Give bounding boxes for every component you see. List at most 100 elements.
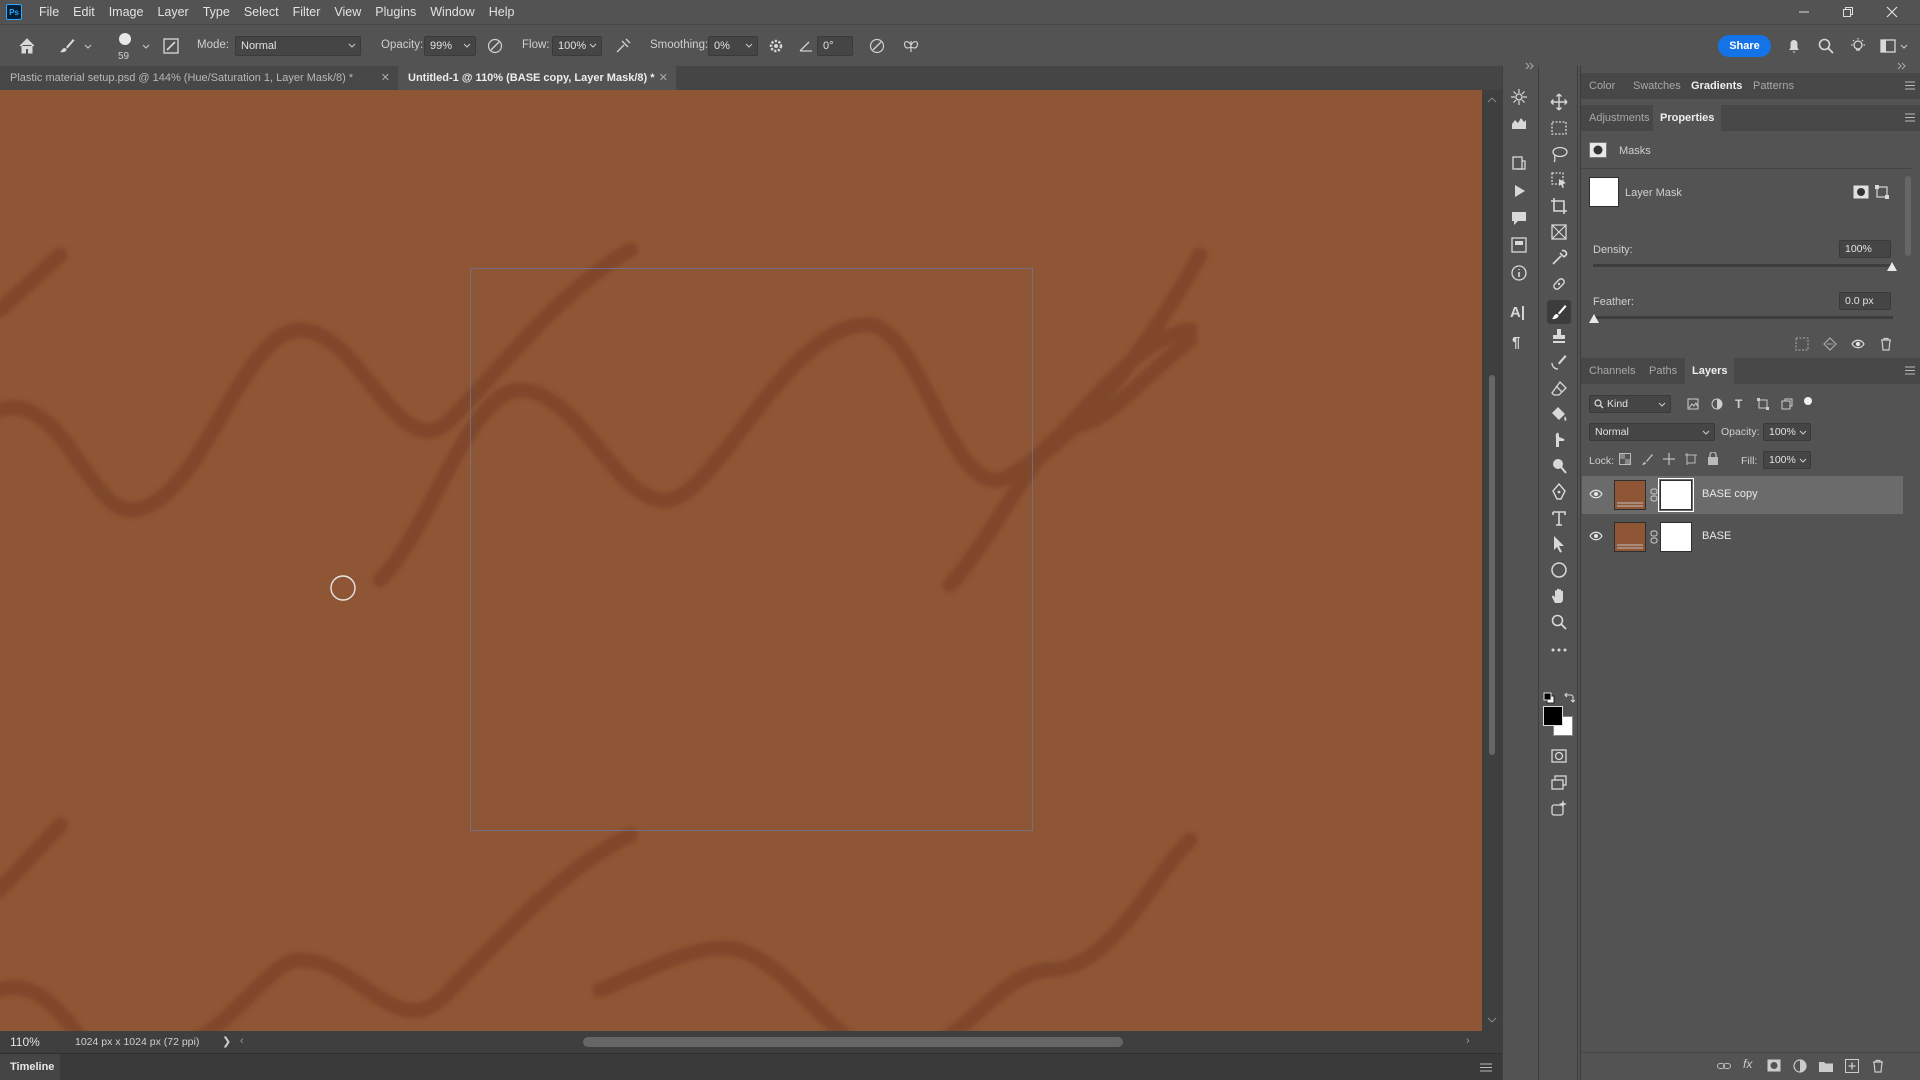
lock-artboard-icon[interactable] <box>1685 453 1697 465</box>
tab-plastic-material-setup[interactable]: Plastic material setup.psd @ 144% (Hue/S… <box>0 66 398 90</box>
tab-layers[interactable]: Layers <box>1685 358 1735 384</box>
tool-preset-chevron-icon[interactable] <box>84 37 92 55</box>
brush-tool-active-icon[interactable] <box>1547 300 1571 324</box>
search-icon[interactable] <box>1817 37 1835 55</box>
screen-mode-icon[interactable] <box>1549 772 1569 792</box>
tab-close-icon[interactable]: ✕ <box>659 66 668 90</box>
fill-input[interactable]: 100% <box>1763 451 1811 469</box>
generative-fill-icon[interactable] <box>1549 798 1569 818</box>
default-colors-icon[interactable] <box>1543 692 1555 704</box>
info-icon[interactable] <box>1510 264 1528 282</box>
layer-effects-fx-icon[interactable]: fx <box>1743 1057 1752 1071</box>
ellipse-tool-icon[interactable] <box>1549 560 1569 580</box>
hscroll-right-icon[interactable]: › <box>1466 1035 1470 1047</box>
link-layers-icon[interactable] <box>1717 1060 1731 1072</box>
properties-scrollbar-thumb[interactable] <box>1905 176 1911 256</box>
layer-mask-thumbnail[interactable] <box>1589 177 1619 207</box>
layer-row-base-copy[interactable]: BASE copy <box>1582 476 1903 514</box>
brush-tool-icon[interactable] <box>58 37 76 55</box>
tab-adjustments[interactable]: Adjustments <box>1589 105 1650 131</box>
select-pixel-mask-icon[interactable] <box>1853 185 1869 199</box>
lock-image-pixels-icon[interactable] <box>1641 453 1653 465</box>
mode-select[interactable]: Normal <box>235 36 361 56</box>
home-icon[interactable] <box>18 37 36 55</box>
path-selection-tool-icon[interactable] <box>1549 534 1569 554</box>
crop-tool-icon[interactable] <box>1549 196 1569 216</box>
pressure-size-icon[interactable] <box>868 37 886 55</box>
opacity-input[interactable]: 99% <box>424 36 476 56</box>
filter-shape-layers-icon[interactable] <box>1757 398 1769 410</box>
brush-settings-panel-icon[interactable] <box>162 37 180 55</box>
layer-mask-link-chain-icon[interactable] <box>1650 530 1658 544</box>
brush-chevron-icon[interactable] <box>142 37 150 55</box>
menu-help[interactable]: Help <box>482 0 522 24</box>
delete-mask-trash-icon[interactable] <box>1879 337 1893 351</box>
smudge-tool-icon[interactable] <box>1549 430 1569 450</box>
timeline-menu-icon[interactable] <box>1480 1063 1492 1072</box>
tab-color[interactable]: Color <box>1589 73 1615 99</box>
menu-plugins[interactable]: Plugins <box>368 0 423 24</box>
brush-angle-input[interactable]: 0° <box>817 36 853 56</box>
timeline-tab[interactable]: Timeline <box>0 1054 60 1080</box>
rectangular-marquee-tool-icon[interactable] <box>1549 118 1569 138</box>
properties-panel-icon[interactable] <box>1510 236 1528 254</box>
menu-layer[interactable]: Layer <box>150 0 195 24</box>
type-tool-icon[interactable] <box>1549 508 1569 528</box>
notifications-bell-icon[interactable] <box>1785 37 1803 55</box>
tab-untitled-1[interactable]: Untitled-1 @ 110% (BASE copy, Layer Mask… <box>398 66 676 90</box>
density-slider-handle[interactable] <box>1887 262 1897 271</box>
eyedropper-tool-icon[interactable] <box>1549 248 1569 268</box>
dodge-tool-icon[interactable] <box>1549 456 1569 476</box>
airbrush-icon[interactable] <box>614 37 632 55</box>
history-brush-tool-icon[interactable] <box>1549 352 1569 372</box>
workspace-chevron-icon[interactable] <box>1900 37 1908 55</box>
smoothing-settings-gear-icon[interactable] <box>767 37 785 55</box>
vertical-scrollbar[interactable] <box>1482 90 1502 1031</box>
status-expand-chevron-icon[interactable]: ❯ <box>222 1035 231 1048</box>
filter-adjustment-layers-icon[interactable] <box>1711 398 1723 410</box>
layer-mask-thumbnail[interactable] <box>1658 478 1694 512</box>
new-group-folder-icon[interactable] <box>1819 1060 1833 1072</box>
foreground-color-swatch[interactable] <box>1543 706 1563 726</box>
minimize-icon[interactable] <box>1782 0 1826 24</box>
smoothing-input[interactable]: 0% <box>708 36 758 56</box>
layer-name[interactable]: BASE copy <box>1702 488 1758 500</box>
filter-pixel-layers-icon[interactable] <box>1687 398 1699 410</box>
object-selection-tool-icon[interactable] <box>1549 170 1569 190</box>
menu-view[interactable]: View <box>327 0 368 24</box>
document-canvas[interactable] <box>0 90 1482 1031</box>
tab-channels[interactable]: Channels <box>1589 358 1635 384</box>
move-tool-icon[interactable] <box>1549 92 1569 112</box>
layer-filter-kind-select[interactable]: Kind <box>1589 395 1671 413</box>
menu-select[interactable]: Select <box>237 0 286 24</box>
tab-swatches[interactable]: Swatches <box>1633 73 1681 99</box>
feather-slider-handle[interactable] <box>1589 314 1599 323</box>
close-icon[interactable] <box>1870 0 1914 24</box>
tab-paths[interactable]: Paths <box>1649 358 1677 384</box>
quick-mask-icon[interactable] <box>1549 746 1569 766</box>
flow-input[interactable]: 100% <box>552 36 602 56</box>
layer-mask-thumbnail[interactable] <box>1660 522 1692 552</box>
eraser-tool-icon[interactable] <box>1549 378 1569 398</box>
restore-icon[interactable] <box>1826 0 1870 24</box>
disable-mask-eye-icon[interactable] <box>1851 337 1865 351</box>
document-info[interactable]: 1024 px x 1024 px (72 ppi) <box>75 1036 199 1048</box>
tab-properties[interactable]: Properties <box>1653 105 1722 131</box>
menu-edit[interactable]: Edit <box>66 0 102 24</box>
history-icon[interactable] <box>1510 154 1528 172</box>
feather-input[interactable]: 0.0 px <box>1839 292 1891 310</box>
layer-mask-link-chain-icon[interactable] <box>1650 488 1658 502</box>
character-panel-icon[interactable]: A| <box>1510 304 1525 321</box>
share-button[interactable]: Share <box>1718 35 1771 57</box>
filter-toggle-icon[interactable] <box>1803 396 1813 406</box>
paint-bucket-tool-icon[interactable] <box>1549 404 1569 424</box>
horizontal-scrollbar-thumb[interactable] <box>583 1037 1123 1047</box>
tab-gradients[interactable]: Gradients <box>1691 73 1742 99</box>
pen-tool-icon[interactable] <box>1549 482 1569 502</box>
symmetry-butterfly-icon[interactable] <box>902 37 920 55</box>
discover-lightbulb-icon[interactable] <box>1849 37 1867 55</box>
new-adjustment-layer-icon[interactable] <box>1793 1059 1807 1073</box>
menu-filter[interactable]: Filter <box>286 0 328 24</box>
clone-stamp-tool-icon[interactable] <box>1549 326 1569 346</box>
comments-icon[interactable] <box>1510 209 1528 227</box>
